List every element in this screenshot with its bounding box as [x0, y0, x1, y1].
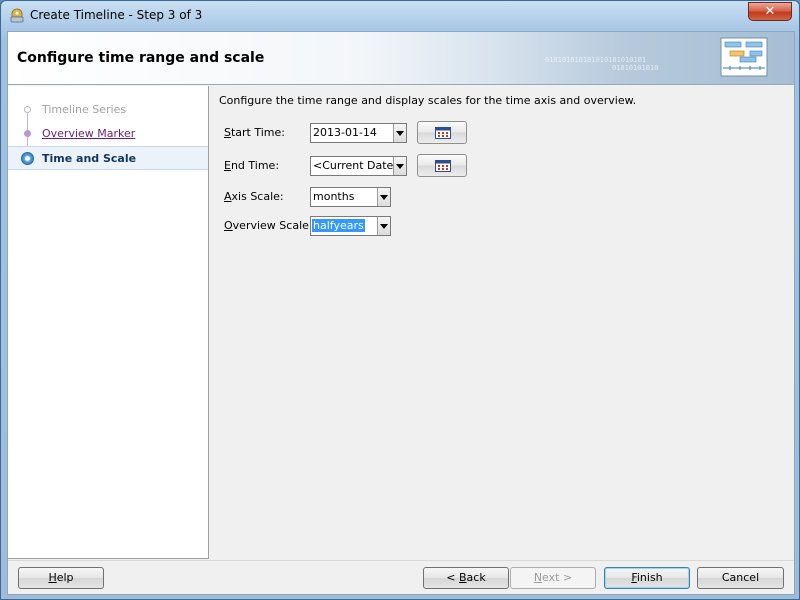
- step-current-icon: [21, 152, 34, 165]
- overview-scale-combo[interactable]: halfyears: [310, 216, 391, 236]
- page-description: Configure the time range and display sca…: [219, 94, 637, 107]
- overview-scale-label: Overview Scale:: [224, 219, 313, 232]
- footer-divider: [8, 560, 794, 561]
- timeline-wizard-icon: [720, 37, 768, 77]
- nav-step-overview-marker[interactable]: Overview Marker: [8, 123, 208, 145]
- start-time-value: 2013-01-14: [313, 126, 377, 139]
- start-time-combo[interactable]: 2013-01-14: [310, 123, 407, 143]
- title-bar[interactable]: Create Timeline - Step 3 of 3 ✕: [1, 1, 799, 31]
- binary-decoration-2: 01010101010: [612, 64, 659, 72]
- end-time-calendar-button[interactable]: [417, 154, 467, 177]
- chevron-down-icon[interactable]: [377, 217, 390, 235]
- chevron-down-icon[interactable]: [393, 157, 406, 175]
- chevron-down-icon[interactable]: [377, 188, 390, 206]
- nav-step-label: Time and Scale: [42, 152, 137, 165]
- window-title: Create Timeline - Step 3 of 3: [30, 8, 203, 22]
- help-button[interactable]: Help: [18, 567, 104, 589]
- end-time-combo[interactable]: <Current Date>: [310, 156, 407, 176]
- start-time-label: Start Time:: [224, 126, 285, 139]
- binary-decoration: 010101010101010101010101: [545, 56, 647, 64]
- dialog-client-area: Configure time range and scale 010101010…: [7, 31, 795, 595]
- end-time-value: <Current Date>: [313, 159, 403, 172]
- calendar-icon: [435, 160, 451, 172]
- start-time-calendar-button[interactable]: [417, 121, 467, 144]
- close-button[interactable]: ✕: [748, 2, 792, 21]
- nav-step-label: Overview Marker: [42, 127, 136, 140]
- close-icon: ✕: [764, 4, 776, 19]
- wizard-header: Configure time range and scale 010101010…: [8, 32, 794, 85]
- chevron-down-icon[interactable]: [393, 124, 406, 142]
- step-done-icon: [24, 106, 31, 113]
- axis-scale-combo[interactable]: months: [310, 187, 391, 207]
- next-button[interactable]: Next >: [510, 567, 596, 589]
- nav-step-time-and-scale[interactable]: Time and Scale: [8, 146, 208, 170]
- overview-scale-value: halfyears: [312, 219, 365, 232]
- page-title: Configure time range and scale: [17, 50, 265, 66]
- wizard-content: Configure the time range and display sca…: [211, 86, 794, 559]
- step-visited-icon: [24, 130, 31, 137]
- end-time-label: End Time:: [224, 159, 280, 172]
- app-icon: [10, 8, 24, 23]
- axis-scale-value: months: [313, 190, 355, 203]
- finish-button[interactable]: Finish: [604, 567, 690, 589]
- nav-step-timeline-series[interactable]: Timeline Series: [8, 99, 208, 121]
- cancel-button[interactable]: Cancel: [697, 567, 784, 589]
- axis-scale-label: Axis Scale:: [224, 190, 284, 203]
- calendar-icon: [435, 127, 451, 139]
- nav-step-label: Timeline Series: [42, 103, 127, 116]
- wizard-step-nav: Timeline Series Overview Marker Time and…: [8, 86, 209, 559]
- back-button[interactable]: < Back: [423, 567, 509, 589]
- dialog-window: Create Timeline - Step 3 of 3 ✕ Configur…: [0, 0, 800, 600]
